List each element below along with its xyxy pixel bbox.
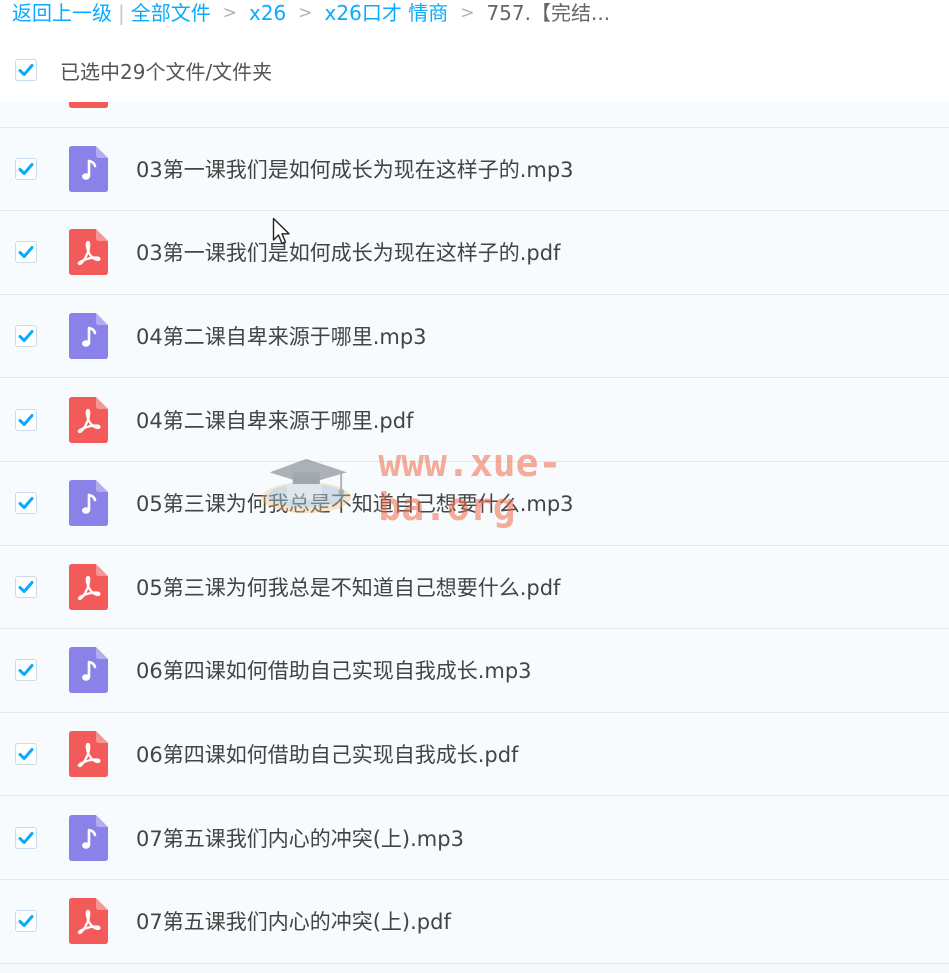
select-all-bar: 已选中29个文件/文件夹: [0, 48, 949, 92]
file-checkbox[interactable]: [15, 241, 37, 264]
checkmark-icon: [18, 831, 34, 844]
audio-file-icon: [69, 814, 108, 861]
select-all-checkbox[interactable]: [15, 59, 37, 81]
file-name[interactable]: 07第五课我们内心的冲突(上).pdf: [136, 906, 451, 936]
file-checkbox[interactable]: [15, 659, 37, 682]
file-list-content: 02概述课成长是去除障碍的过程.pdf 03第一课我们是如何成长为现在这样子的.…: [0, 102, 949, 964]
checkmark-icon: [18, 413, 34, 426]
checkmark-icon: [18, 915, 34, 928]
breadcrumb-back-link[interactable]: 返回上一级: [12, 0, 112, 26]
file-row[interactable]: 05第三课为何我总是不知道自己想要什么.mp3: [0, 461, 949, 546]
file-name[interactable]: 04第二课自卑来源于哪里.mp3: [136, 321, 427, 351]
file-row[interactable]: 07第五课我们内心的冲突(上).mp3: [0, 796, 949, 880]
file-row[interactable]: 04第二课自卑来源于哪里.mp3: [0, 294, 949, 379]
checkmark-icon: [18, 64, 34, 76]
audio-file-icon: [69, 480, 108, 527]
checkmark-icon: [18, 748, 34, 761]
file-row[interactable]: 03第一课我们是如何成长为现在这样子的.mp3: [0, 127, 949, 212]
file-name[interactable]: 04第二课自卑来源于哪里.pdf: [136, 405, 413, 435]
selection-count-label: 已选中29个文件/文件夹: [60, 59, 273, 84]
pdf-file-icon: [69, 731, 108, 778]
file-name[interactable]: 05第三课为何我总是不知道自己想要什么.pdf: [136, 572, 560, 602]
breadcrumb-all-files-link[interactable]: 全部文件: [131, 0, 211, 26]
audio-file-icon: [69, 145, 108, 192]
pdf-file-icon: [69, 563, 108, 610]
file-name[interactable]: 05第三课为何我总是不知道自己想要什么.mp3: [136, 488, 574, 518]
file-row[interactable]: 06第四课如何借助自己实现自我成长.pdf: [0, 712, 949, 797]
file-name[interactable]: 06第四课如何借助自己实现自我成长.pdf: [136, 739, 518, 769]
file-row[interactable]: 05第三课为何我总是不知道自己想要什么.pdf: [0, 545, 949, 630]
file-checkbox[interactable]: [15, 157, 37, 180]
file-checkbox[interactable]: [15, 743, 37, 766]
file-manager: 返回上一级 | 全部文件 > x26 > x26口才 情商 > 757.【完结.…: [0, 0, 949, 973]
mouse-pointer-icon: [272, 217, 290, 245]
checkmark-icon: [18, 330, 34, 343]
breadcrumb-divider: |: [118, 1, 125, 25]
file-checkbox[interactable]: [15, 910, 37, 933]
file-row[interactable]: 04第二课自卑来源于哪里.pdf: [0, 378, 949, 462]
file-checkbox[interactable]: [15, 325, 37, 348]
file-checkbox[interactable]: [15, 826, 37, 849]
file-name[interactable]: 03第一课我们是如何成长为现在这样子的.mp3: [136, 154, 574, 184]
pdf-file-icon: [69, 396, 108, 443]
breadcrumb-separator-icon: >: [222, 3, 237, 23]
file-name[interactable]: 06第四课如何借助自己实现自我成长.mp3: [136, 655, 532, 685]
file-row[interactable]: 03第一课我们是如何成长为现在这样子的.pdf: [0, 211, 949, 295]
audio-file-icon: [69, 647, 108, 694]
breadcrumb: 返回上一级 | 全部文件 > x26 > x26口才 情商 > 757.【完结.…: [12, 0, 610, 26]
file-row[interactable]: 07第五课我们内心的冲突(上).pdf: [0, 879, 949, 964]
file-row[interactable]: 06第四课如何借助自己实现自我成长.mp3: [0, 629, 949, 713]
checkmark-icon: [18, 664, 34, 677]
pdf-file-icon: [69, 898, 108, 945]
pdf-file-icon: [69, 102, 108, 109]
file-name[interactable]: 03第一课我们是如何成长为现在这样子的.pdf: [136, 237, 560, 267]
checkmark-icon: [18, 246, 34, 259]
file-list[interactable]: 02概述课成长是去除障碍的过程.pdf 03第一课我们是如何成长为现在这样子的.…: [0, 102, 949, 973]
file-row[interactable]: 02概述课成长是去除障碍的过程.pdf: [0, 102, 949, 128]
file-name[interactable]: 07第五课我们内心的冲突(上).mp3: [136, 823, 464, 853]
checkmark-icon: [18, 497, 34, 510]
audio-file-icon: [69, 313, 108, 360]
breadcrumb-level1-link[interactable]: x26: [249, 0, 286, 26]
breadcrumb-separator-icon: >: [460, 3, 475, 23]
checkmark-icon: [18, 162, 34, 175]
file-checkbox[interactable]: [15, 575, 37, 598]
pdf-file-icon: [69, 229, 108, 276]
file-checkbox[interactable]: [15, 408, 37, 431]
breadcrumb-level2-link[interactable]: x26口才 情商: [325, 0, 449, 26]
checkmark-icon: [18, 580, 34, 593]
file-checkbox[interactable]: [15, 492, 37, 515]
breadcrumb-current: 757.【完结...: [486, 1, 611, 25]
breadcrumb-separator-icon: >: [298, 3, 313, 23]
